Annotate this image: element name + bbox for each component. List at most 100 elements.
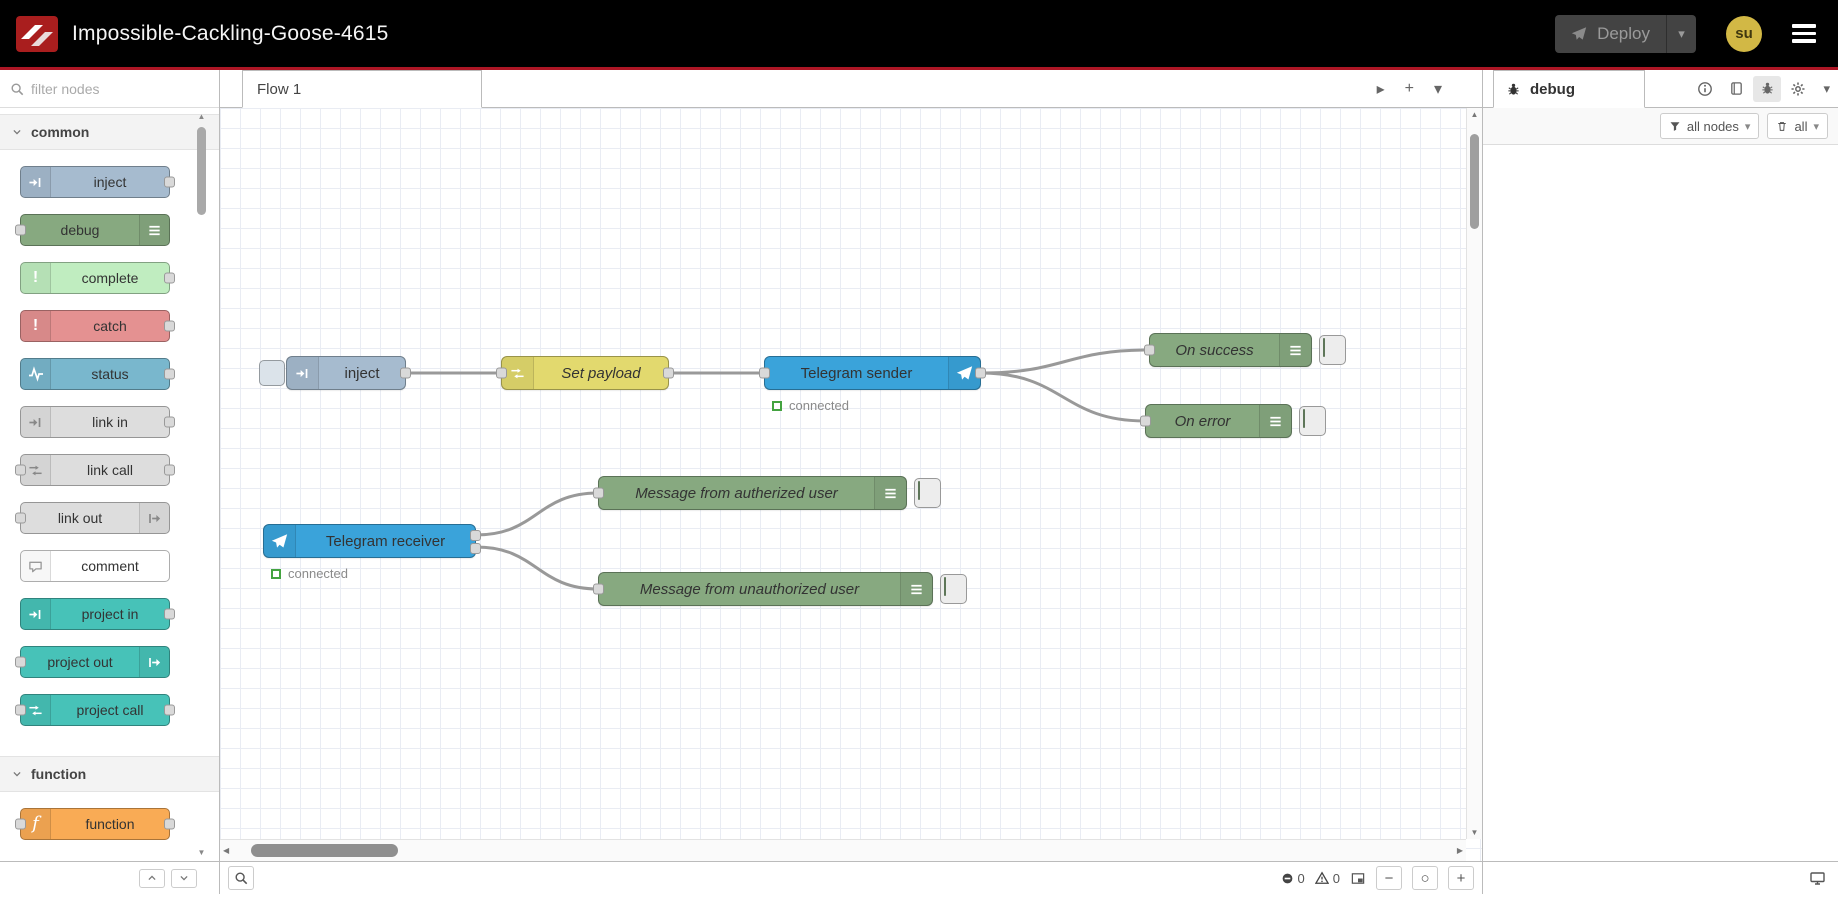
input-port[interactable] xyxy=(15,656,26,668)
flow-node-on-error[interactable]: On error xyxy=(1140,404,1292,438)
palette-node-label: project out xyxy=(47,654,113,670)
input-port[interactable] xyxy=(15,512,26,524)
flow-node-telegram-receiver[interactable]: Telegram receiver xyxy=(263,524,481,558)
input-port[interactable] xyxy=(1140,415,1151,427)
output-port-2[interactable] xyxy=(470,543,481,554)
debug-toggle-button[interactable] xyxy=(914,478,941,508)
output-port-1[interactable] xyxy=(470,530,481,541)
input-port[interactable] xyxy=(496,367,507,379)
input-port[interactable] xyxy=(1144,344,1155,356)
palette-node-project-out[interactable]: project out xyxy=(15,646,170,678)
wire[interactable] xyxy=(474,491,600,537)
tab-flow-1[interactable]: Flow 1 xyxy=(242,70,482,108)
help-tab-button[interactable] xyxy=(1722,76,1750,102)
output-port[interactable] xyxy=(164,176,175,188)
scrollbar-thumb[interactable] xyxy=(251,844,398,857)
inject-trigger-button[interactable] xyxy=(259,360,285,386)
navigator-toggle-button[interactable] xyxy=(1350,871,1366,886)
palette-category-common[interactable]: common xyxy=(0,114,219,150)
main-menu-button[interactable] xyxy=(1792,24,1816,43)
input-port[interactable] xyxy=(15,818,26,830)
error-counter[interactable]: 0 xyxy=(1281,871,1305,886)
debug-toggle-button[interactable] xyxy=(1299,406,1326,436)
wire[interactable] xyxy=(979,371,1147,423)
palette-category-function[interactable]: function xyxy=(0,756,219,792)
palette-node-link-in[interactable]: link in xyxy=(20,406,175,438)
canvas-horizontal-scrollbar[interactable]: ◀ ▶ xyxy=(220,839,1466,861)
palette-node-catch[interactable]: ! catch xyxy=(20,310,175,342)
input-port[interactable] xyxy=(593,487,604,499)
flow-canvas[interactable]: inject Set payload Telegram sender conne… xyxy=(220,108,1482,861)
tab-scroll-right-button[interactable]: ▸ xyxy=(1377,79,1385,99)
debug-clear-button[interactable]: all ▾ xyxy=(1767,113,1828,139)
sidebar-menu-button[interactable]: ▾ xyxy=(1823,81,1830,97)
palette-scrollbar[interactable]: ▲ ▼ xyxy=(196,112,207,857)
wire[interactable] xyxy=(979,348,1151,375)
palette-node-comment[interactable]: comment xyxy=(20,550,170,582)
event-log-button[interactable] xyxy=(1809,870,1826,886)
output-port[interactable] xyxy=(975,367,986,379)
palette-node-inject[interactable]: inject xyxy=(20,166,175,198)
deploy-button[interactable]: Deploy xyxy=(1555,14,1666,53)
palette-node-debug[interactable]: debug xyxy=(15,214,170,246)
flow-node-inject[interactable]: inject xyxy=(286,356,411,390)
output-port[interactable] xyxy=(164,416,175,428)
input-port[interactable] xyxy=(759,367,770,379)
output-port[interactable] xyxy=(663,367,674,379)
palette-node-link-call[interactable]: link call xyxy=(15,454,175,486)
output-port[interactable] xyxy=(164,704,175,716)
debug-filter-button[interactable]: all nodes ▾ xyxy=(1659,113,1760,139)
palette-node-status[interactable]: status xyxy=(20,358,175,390)
warning-counter[interactable]: 0 xyxy=(1314,871,1340,886)
output-port[interactable] xyxy=(164,464,175,476)
debug-tab-button[interactable] xyxy=(1753,75,1782,102)
scrollbar-thumb[interactable] xyxy=(197,127,206,215)
zoom-in-button[interactable]: + xyxy=(1448,866,1474,890)
output-port[interactable] xyxy=(164,608,175,620)
flow-node-telegram-sender[interactable]: Telegram sender xyxy=(759,356,986,390)
palette-node-project-call[interactable]: project call xyxy=(15,694,175,726)
palette-node-complete[interactable]: ! complete xyxy=(20,262,175,294)
scroll-up-icon[interactable]: ▲ xyxy=(196,112,207,121)
palette-collapse-all-button[interactable] xyxy=(139,868,165,888)
avatar[interactable]: su xyxy=(1726,15,1762,52)
canvas-search-button[interactable] xyxy=(228,866,254,890)
debug-list-icon xyxy=(1279,334,1311,366)
output-port[interactable] xyxy=(164,272,175,284)
tab-debug[interactable]: debug xyxy=(1493,70,1645,108)
debug-toggle-button[interactable] xyxy=(1319,335,1346,365)
scroll-left-icon[interactable]: ◀ xyxy=(223,840,229,861)
scrollbar-thumb[interactable] xyxy=(1470,134,1479,229)
palette-node-project-in[interactable]: project in xyxy=(20,598,175,630)
palette-filter-input[interactable] xyxy=(31,80,209,97)
output-port[interactable] xyxy=(164,818,175,830)
scroll-up-icon[interactable]: ▲ xyxy=(1467,110,1482,119)
flow-node-msg-authorized[interactable]: Message from autherized user xyxy=(593,476,907,510)
add-flow-button[interactable]: + xyxy=(1405,80,1414,98)
palette-expand-all-button[interactable] xyxy=(171,868,197,888)
palette-node-function[interactable]: f function xyxy=(15,808,175,840)
config-nodes-tab-button[interactable] xyxy=(1784,76,1812,102)
wire[interactable] xyxy=(474,545,600,591)
input-port[interactable] xyxy=(15,464,26,476)
scroll-down-icon[interactable]: ▼ xyxy=(196,848,207,857)
palette-node-link-out[interactable]: link out xyxy=(15,502,170,534)
scroll-down-icon[interactable]: ▼ xyxy=(1467,828,1482,837)
output-port[interactable] xyxy=(400,367,411,379)
input-port[interactable] xyxy=(593,583,604,595)
debug-toggle-button[interactable] xyxy=(940,574,967,604)
canvas-vertical-scrollbar[interactable]: ▲ ▼ xyxy=(1466,108,1482,839)
flow-node-msg-unauthorized[interactable]: Message from unauthorized user xyxy=(593,572,933,606)
flow-node-set-payload[interactable]: Set payload xyxy=(496,356,674,390)
output-port[interactable] xyxy=(164,320,175,332)
zoom-out-button[interactable]: − xyxy=(1376,866,1402,890)
deploy-options-button[interactable]: ▾ xyxy=(1666,14,1696,53)
scroll-right-icon[interactable]: ▶ xyxy=(1457,840,1463,861)
input-port[interactable] xyxy=(15,224,26,236)
info-tab-button[interactable] xyxy=(1691,76,1719,102)
output-port[interactable] xyxy=(164,368,175,380)
zoom-reset-button[interactable]: ○ xyxy=(1412,866,1438,890)
input-port[interactable] xyxy=(15,704,26,716)
flow-node-on-success[interactable]: On success xyxy=(1144,333,1312,367)
flow-list-button[interactable]: ▾ xyxy=(1434,79,1442,99)
